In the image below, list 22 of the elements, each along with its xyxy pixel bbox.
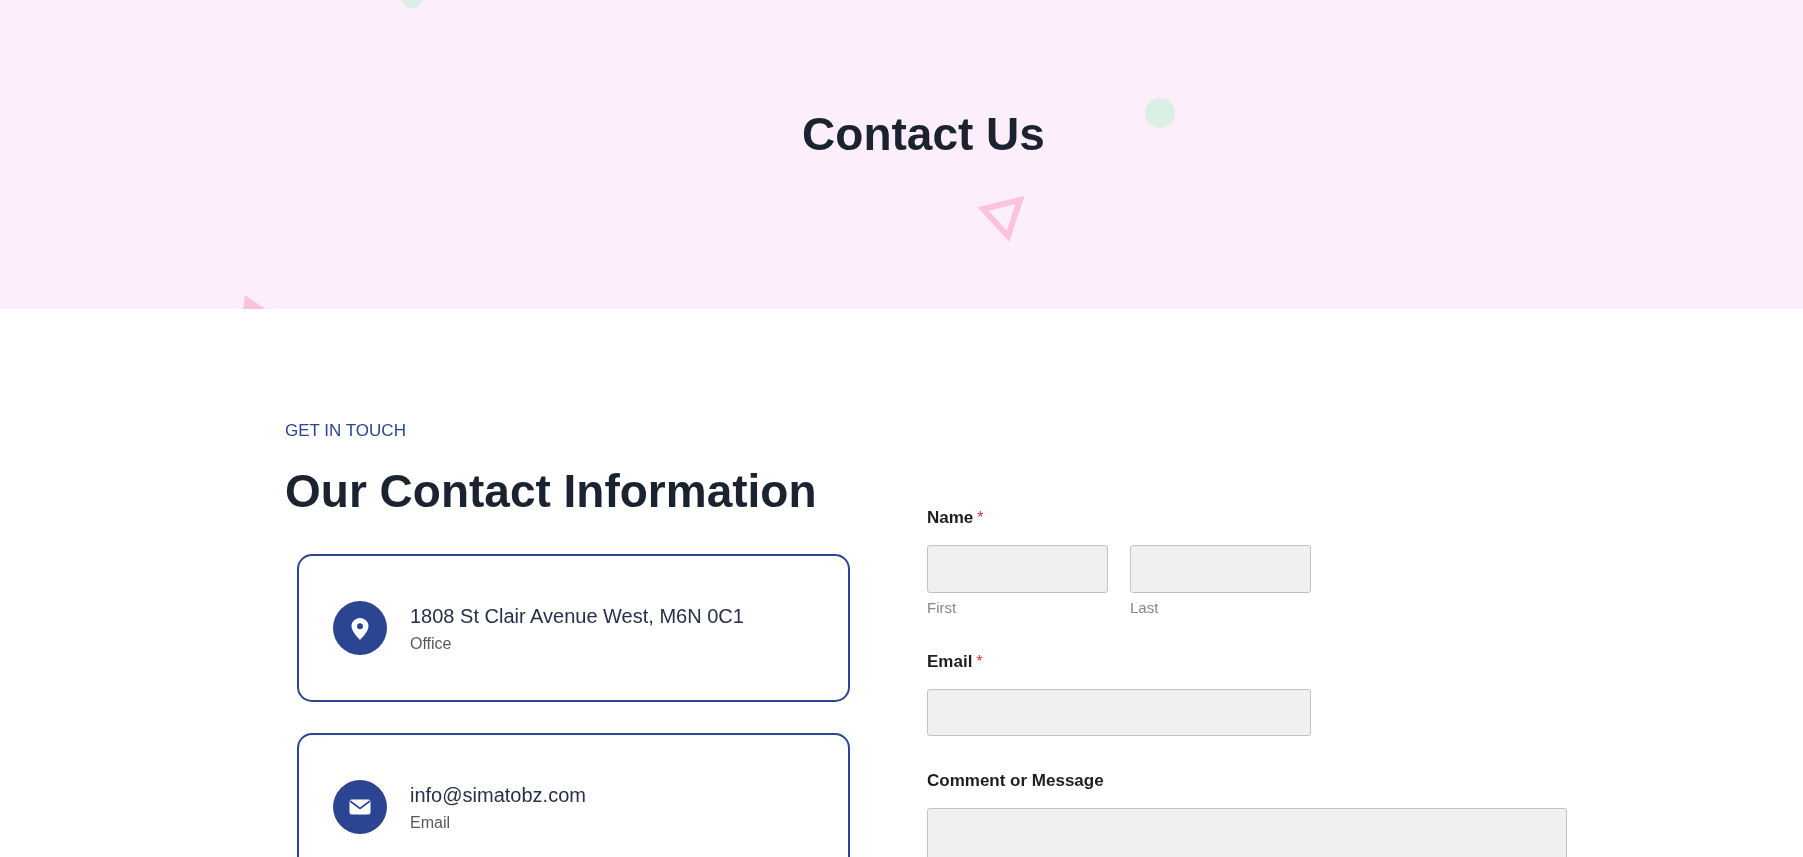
first-name-field[interactable]	[927, 545, 1108, 593]
decor-circle-icon	[1145, 98, 1175, 128]
map-pin-icon	[333, 601, 387, 656]
contact-label: Office	[410, 633, 452, 654]
contact-label: Email	[410, 812, 450, 833]
field-label: Email	[927, 652, 973, 672]
field-sublabel: First	[927, 599, 957, 617]
field-label: Name	[927, 508, 974, 528]
decor-triangle-icon	[243, 295, 265, 309]
last-name-field[interactable]	[1130, 545, 1311, 593]
required-mark: *	[977, 508, 984, 528]
section-eyebrow: GET IN TOUCH	[285, 421, 406, 441]
page-title: Contact Us	[802, 108, 1045, 161]
section-heading: Our Contact Information	[285, 464, 817, 518]
email-text: info@simatobz.com	[410, 782, 586, 808]
email-field[interactable]	[927, 689, 1311, 736]
envelope-icon	[333, 780, 387, 835]
field-label: Comment or Message	[927, 771, 1104, 791]
required-mark: *	[976, 652, 983, 672]
decor-triangle-icon	[976, 193, 1026, 243]
field-sublabel: Last	[1130, 599, 1159, 617]
address-text: 1808 St Clair Avenue West, M6N 0C1	[410, 603, 744, 629]
